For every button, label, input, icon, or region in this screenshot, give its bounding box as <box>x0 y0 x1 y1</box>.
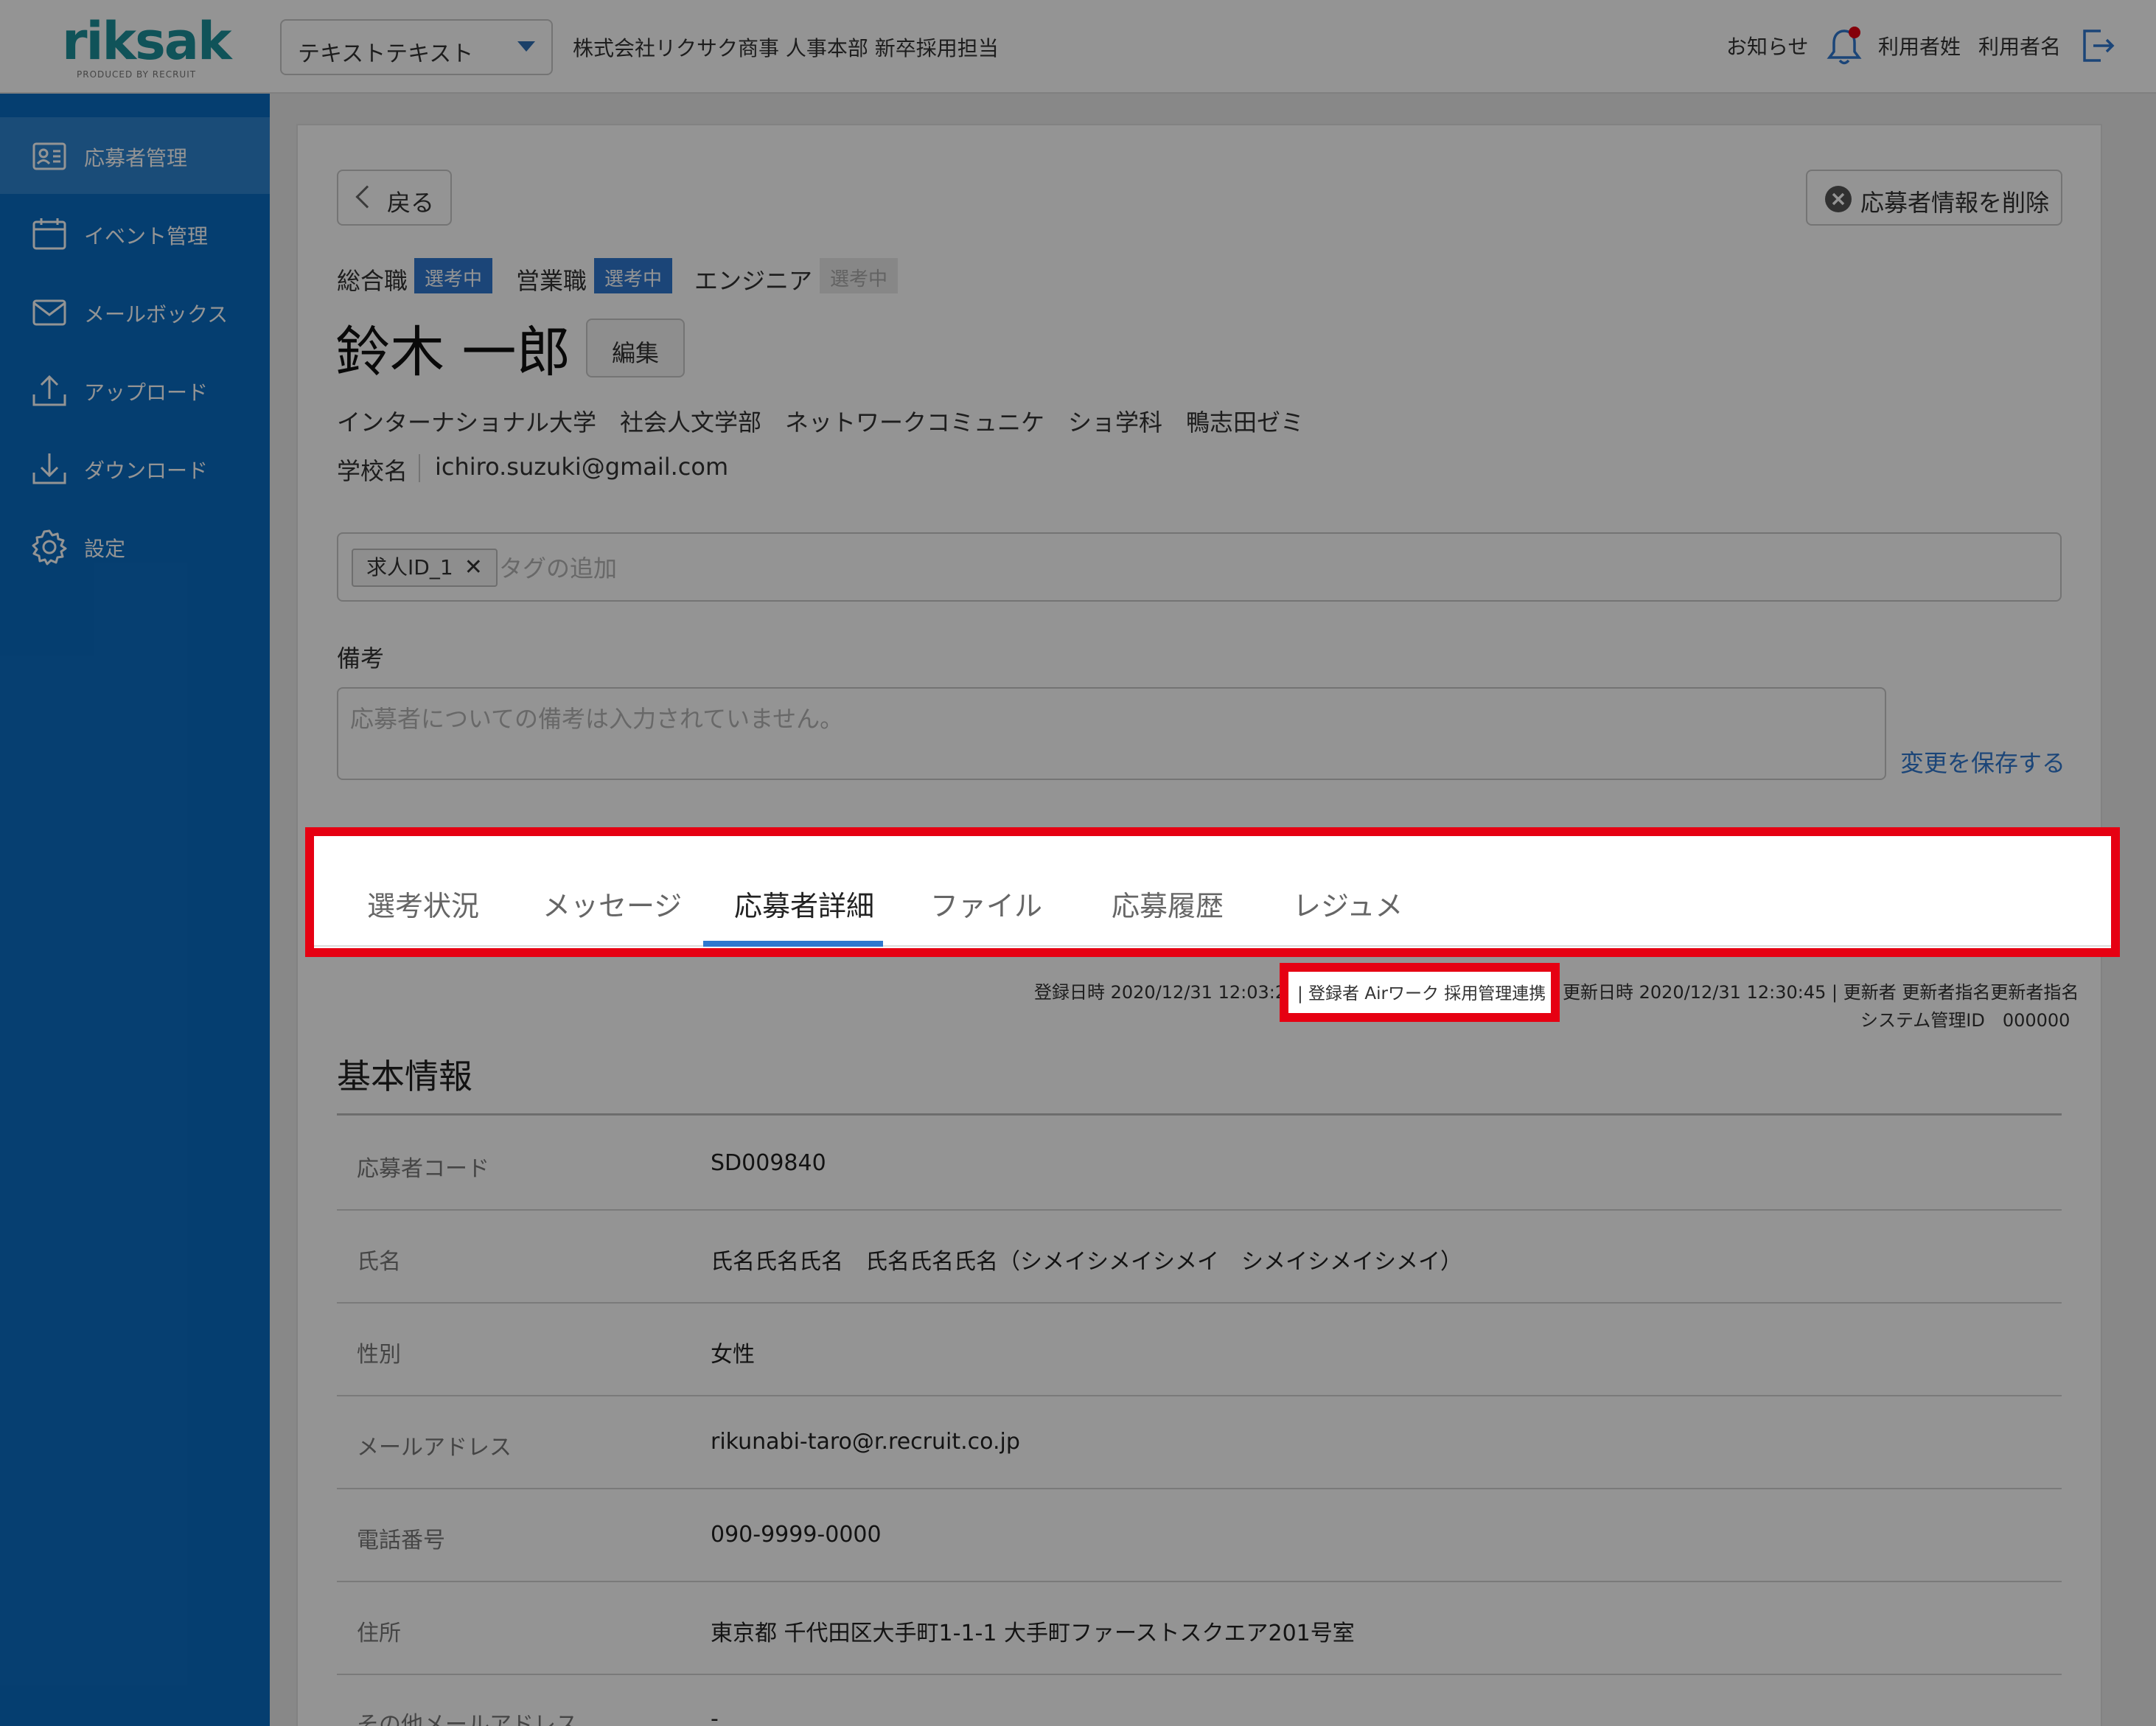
registrant-info: | 登録者 Airワーク 採用管理連携 <box>1297 984 1546 1003</box>
tab-selection-status[interactable]: 選考状況 <box>367 883 479 924</box>
tabs-highlight: 選考状況 メッセージ 応募者詳細 ファイル 応募履歴 レジュメ <box>305 827 2120 957</box>
tab-application-history[interactable]: 応募履歴 <box>1112 883 1224 924</box>
divider <box>314 945 2111 947</box>
registrant-highlight: | 登録者 Airワーク 採用管理連携 <box>1280 963 1560 1022</box>
tab-resume[interactable]: レジュメ <box>1293 883 1403 924</box>
tab-messages[interactable]: メッセージ <box>543 883 682 924</box>
active-tab-indicator <box>703 941 883 947</box>
tab-files[interactable]: ファイル <box>930 883 1042 924</box>
tab-applicant-details[interactable]: 応募者詳細 <box>734 883 874 924</box>
